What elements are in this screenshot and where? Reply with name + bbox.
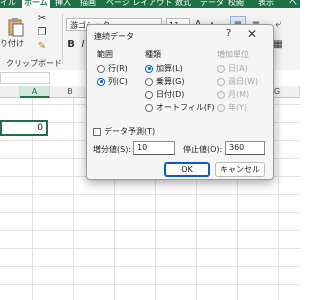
clipboard-group-label: クリップボード xyxy=(6,59,62,68)
select-all-corner[interactable] xyxy=(0,86,20,98)
type-option-linear-label: 加算(L) xyxy=(156,64,183,73)
unit-option-weekday-label: 週日(W) xyxy=(228,77,259,86)
radio-growth-icon[interactable] xyxy=(145,77,153,86)
type-option-linear[interactable]: 加算(L) xyxy=(145,63,183,74)
cut-icon[interactable]: ✂ xyxy=(36,12,48,24)
radio-year-icon xyxy=(217,103,225,112)
radio-weekday-icon xyxy=(217,77,225,86)
step-value-input[interactable]: 10 xyxy=(133,141,175,155)
unit-option-month-label: 月(M) xyxy=(228,90,250,99)
tab-formulas[interactable]: 数式 xyxy=(175,0,191,8)
unit-option-year-label: 年(Y) xyxy=(228,103,248,112)
cancel-button[interactable]: キャンセル xyxy=(215,162,265,177)
tab-view[interactable]: 表示 xyxy=(258,0,274,8)
tab-data[interactable]: データ xyxy=(200,0,224,8)
unit-option-day-label: 日(A) xyxy=(228,64,248,73)
help-icon[interactable]: ? xyxy=(226,28,231,39)
name-box[interactable] xyxy=(0,72,50,84)
copy-icon[interactable]: ❐ xyxy=(36,26,48,38)
selected-cell[interactable]: 0 xyxy=(0,120,48,136)
unit-group-label: 増加単位 xyxy=(217,50,249,59)
radio-date-icon[interactable] xyxy=(145,90,153,99)
trend-checkbox[interactable]: データ予測(T) xyxy=(93,126,155,137)
range-option-row-label: 行(R) xyxy=(108,64,128,73)
tab-insert[interactable]: 挿入 xyxy=(55,0,71,8)
tab-file[interactable]: イル xyxy=(0,0,16,8)
range-option-column[interactable]: 列(C) xyxy=(97,76,128,87)
close-icon[interactable]: ✕ xyxy=(247,27,257,41)
type-group-label: 種類 xyxy=(145,50,161,59)
tab-page-layout[interactable]: ページ レイアウト xyxy=(106,0,172,8)
ribbon-divider xyxy=(62,14,63,64)
radio-column-icon[interactable] xyxy=(97,77,105,86)
stop-value-input[interactable]: 360 xyxy=(225,141,265,155)
checkbox-icon[interactable] xyxy=(93,127,101,136)
menu-bar: イル ホーム 挿入 描画 ページ レイアウト 数式 データ 校閲 表示 ヘ xyxy=(0,0,300,8)
format-painter-icon[interactable]: ✎ xyxy=(36,40,48,52)
bold-button[interactable]: B xyxy=(66,38,76,50)
trend-checkbox-label: データ予測(T) xyxy=(104,127,156,136)
unit-option-month: 月(M) xyxy=(217,89,249,100)
type-option-date[interactable]: 日付(D) xyxy=(145,89,184,100)
radio-autofill-icon[interactable] xyxy=(145,103,153,112)
range-option-row[interactable]: 行(R) xyxy=(97,63,128,74)
step-value-label: 増分値(S): xyxy=(93,145,132,154)
series-dialog: 連続データ ? ✕ 範囲 行(R) 列(C) 種類 加算(L) 乗算(G) 日付… xyxy=(86,24,274,180)
tab-draw[interactable]: 描画 xyxy=(80,0,96,8)
tab-review[interactable]: 校閲 xyxy=(228,0,244,8)
type-option-autofill[interactable]: オートフィル(F) xyxy=(145,102,215,113)
unit-option-weekday: 週日(W) xyxy=(217,76,258,87)
type-option-autofill-label: オートフィル(F) xyxy=(156,103,215,112)
range-option-column-label: 列(C) xyxy=(108,77,128,86)
type-option-growth[interactable]: 乗算(G) xyxy=(145,76,184,87)
radio-day-icon xyxy=(217,64,225,73)
tab-home[interactable]: ホーム xyxy=(22,0,50,8)
paste-label[interactable]: り付け xyxy=(0,38,24,49)
radio-row-icon[interactable] xyxy=(97,64,105,73)
type-option-growth-label: 乗算(G) xyxy=(156,77,185,86)
range-group-label: 範囲 xyxy=(97,50,113,59)
type-option-date-label: 日付(D) xyxy=(156,90,185,99)
unit-option-year: 年(Y) xyxy=(217,102,247,113)
column-header-a[interactable]: A xyxy=(20,86,50,98)
dialog-title: 連続データ xyxy=(94,32,134,41)
tab-help[interactable]: ヘ xyxy=(289,0,297,8)
column-header-b[interactable]: B xyxy=(50,86,91,98)
unit-option-day: 日(A) xyxy=(217,63,248,74)
radio-linear-icon[interactable] xyxy=(145,64,153,73)
stop-value-label: 停止値(O): xyxy=(183,145,223,154)
radio-month-icon xyxy=(217,90,225,99)
paste-icon[interactable] xyxy=(6,16,26,38)
ok-button[interactable]: OK xyxy=(164,162,210,177)
